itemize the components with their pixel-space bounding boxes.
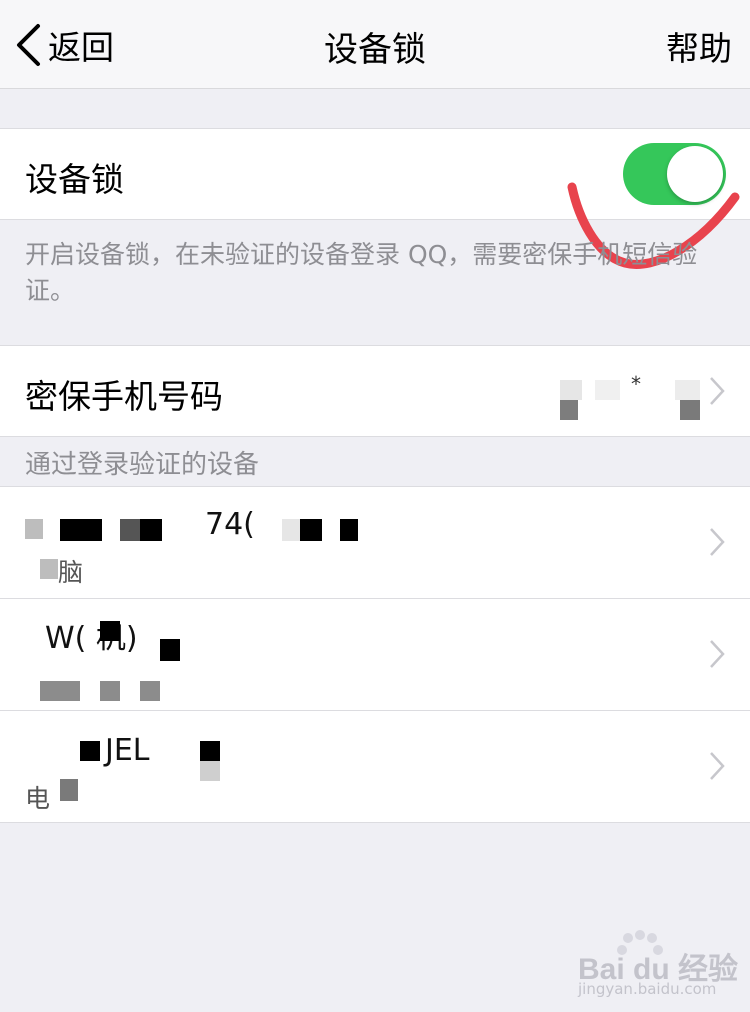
chevron-right-icon	[710, 528, 725, 556]
phone-number-value: *	[631, 372, 641, 396]
devices-list: 74( 脑 W( 机) JEL 电	[0, 486, 750, 823]
help-button[interactable]: 帮助	[666, 22, 732, 70]
phone-number-label: 密保手机号码	[25, 377, 223, 416]
chevron-right-icon	[710, 377, 725, 405]
chevron-right-icon	[710, 640, 725, 668]
watermark-url: jingyan.baidu.com	[578, 980, 717, 998]
page-title: 设备锁	[324, 30, 426, 70]
device-name: 74(	[205, 507, 255, 542]
device-lock-description: 开启设备锁，在未验证的设备登录 QQ，需要密保手机短信验证。	[25, 240, 698, 305]
device-type: 脑	[58, 558, 84, 587]
device-name: W( 机)	[45, 621, 138, 656]
navigation-bar: 返回 设备锁 帮助	[0, 0, 750, 89]
device-row-2[interactable]: W( 机)	[0, 599, 750, 710]
device-row-3[interactable]: JEL 电	[0, 711, 750, 822]
device-row-1[interactable]: 74( 脑	[0, 487, 750, 598]
chevron-right-icon	[710, 752, 725, 780]
device-type: 电	[25, 784, 51, 813]
devices-section-header: 通过登录验证的设备	[25, 450, 260, 480]
device-lock-label: 设备锁	[25, 160, 124, 199]
phone-number-value-masked: *	[555, 370, 705, 435]
device-name: JEL	[105, 733, 150, 768]
